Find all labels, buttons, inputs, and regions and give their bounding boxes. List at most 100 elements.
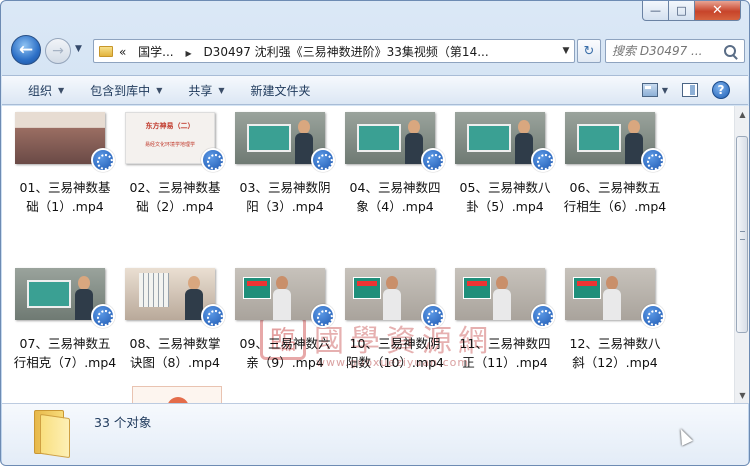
file-name-line: 11、三易神数四 — [459, 336, 551, 351]
file-name-line: 行相克（7）.mp4 — [13, 355, 117, 370]
video-file-icon — [641, 148, 665, 172]
video-file-icon — [91, 304, 115, 328]
file-name: 12、三易神数八 斜（12）.mp4 — [560, 334, 670, 372]
file-item[interactable]: 05、三易神数八 卦（5）.mp4 — [450, 112, 560, 216]
breadcrumb-separator-icon[interactable]: ▶ — [185, 49, 191, 58]
vertical-scrollbar[interactable]: ▲ ▼ — [734, 106, 749, 403]
partial-file-thumbnail[interactable] — [132, 386, 222, 403]
video-file-icon — [641, 304, 665, 328]
file-name: 06、三易神数五 行相生（6）.mp4 — [560, 178, 670, 216]
video-file-icon — [421, 148, 445, 172]
file-name: 10、三易神数阴 阳数（10）.mp4 — [340, 334, 450, 372]
details-pane: 33 个对象 — [2, 403, 748, 465]
scroll-up-icon[interactable]: ▲ — [735, 106, 749, 122]
breadcrumb-item-current[interactable]: D30497 沈利强《三易神数进阶》33集视频（第14... — [203, 45, 488, 59]
video-file-icon — [531, 304, 555, 328]
organize-menu[interactable]: 组织 ▼ — [28, 82, 64, 99]
file-item[interactable]: 11、三易神数四 正（11）.mp4 — [450, 268, 560, 372]
new-folder-button[interactable]: 新建文件夹 — [251, 82, 311, 99]
include-in-library-menu[interactable]: 包含到库中 ▼ — [90, 82, 162, 99]
file-name-line: 阳数（10）.mp4 — [346, 355, 444, 370]
file-name-line: 05、三易神数八 — [459, 180, 551, 195]
back-arrow-icon[interactable]: ← — [11, 35, 41, 65]
file-item[interactable]: 09、三易神数六 亲（9）.mp4 — [230, 268, 340, 372]
search-box[interactable] — [605, 39, 745, 63]
address-dropdown-icon[interactable]: ▼ — [558, 46, 574, 56]
file-name-line: 象（4）.mp4 — [356, 199, 434, 214]
file-name-line: 础（2）.mp4 — [136, 199, 214, 214]
change-view-icon[interactable] — [641, 83, 658, 97]
address-bar[interactable]: « 国学... ▶ D30497 沈利强《三易神数进阶》33集视频（第14...… — [93, 39, 575, 63]
file-name-line: 阳（3）.mp4 — [246, 199, 324, 214]
breadcrumb[interactable]: « 国学... ▶ D30497 沈利强《三易神数进阶》33集视频（第14... — [119, 43, 558, 60]
search-input[interactable] — [606, 44, 724, 58]
file-list: 臨 國學資源網 www.guoxueziyuan.com 01、三易神数基 础（1… — [2, 106, 734, 403]
video-file-icon — [311, 304, 335, 328]
toolbar-right-group: ▼ ? — [641, 81, 730, 99]
share-menu[interactable]: 共享 ▼ — [188, 82, 224, 99]
file-item[interactable]: 06、三易神数五 行相生（6）.mp4 — [560, 112, 670, 216]
file-item[interactable]: 04、三易神数四 象（4）.mp4 — [340, 112, 450, 216]
file-name: 11、三易神数四 正（11）.mp4 — [450, 334, 560, 372]
navigation-bar: ← → ▼ « 国学... ▶ D30497 沈利强《三易神数进阶》33集视频（… — [9, 35, 745, 65]
maximize-button[interactable]: □ — [669, 1, 695, 21]
video-file-icon — [91, 148, 115, 172]
organize-label: 组织 — [28, 83, 53, 98]
caption-buttons: — □ ✕ — [642, 1, 741, 21]
refresh-icon[interactable]: ↻ — [577, 39, 601, 63]
file-item[interactable]: 01、三易神数基 础（1）.mp4 — [10, 112, 120, 216]
file-name-line: 正（11）.mp4 — [462, 355, 548, 370]
file-name-line: 03、三易神数阴 — [239, 180, 331, 195]
view-options-dropdown-icon[interactable]: ▼ — [662, 86, 668, 95]
file-name-line: 12、三易神数八 — [569, 336, 661, 351]
file-name: 09、三易神数六 亲（9）.mp4 — [230, 334, 340, 372]
file-name-line: 斜（12）.mp4 — [572, 355, 658, 370]
thumbnail-title: 东方神易（二） — [145, 122, 195, 130]
file-item[interactable]: 08、三易神数掌 诀图（8）.mp4 — [120, 268, 230, 372]
file-name-line: 10、三易神数阴 — [349, 336, 441, 351]
video-file-icon — [201, 148, 225, 172]
file-item[interactable]: 12、三易神数八 斜（12）.mp4 — [560, 268, 670, 372]
breadcrumb-item[interactable]: 国学... — [138, 45, 173, 59]
file-name: 07、三易神数五 行相克（7）.mp4 — [10, 334, 120, 372]
file-name-line: 06、三易神数五 — [569, 180, 661, 195]
file-name: 02、三易神数基 础（2）.mp4 — [120, 178, 230, 216]
folder-icon — [30, 410, 72, 459]
file-name: 01、三易神数基 础（1）.mp4 — [10, 178, 120, 216]
mouse-cursor-icon — [675, 426, 693, 446]
preview-pane-icon[interactable] — [682, 83, 698, 97]
file-name-line: 02、三易神数基 — [129, 180, 221, 195]
video-file-icon — [421, 304, 445, 328]
share-label: 共享 — [188, 83, 213, 98]
file-item[interactable]: 东方神易（二） 易经文化环境学地理学 02、三易神数基 础（2）.mp4 — [120, 112, 230, 216]
breadcrumb-overflow[interactable]: « — [119, 45, 126, 59]
help-icon[interactable]: ? — [712, 81, 730, 99]
file-name-line: 行相生（6）.mp4 — [563, 199, 667, 214]
new-folder-label: 新建文件夹 — [250, 83, 311, 98]
scrollbar-thumb[interactable] — [736, 136, 748, 333]
include-in-library-label: 包含到库中 — [90, 83, 151, 98]
search-icon[interactable] — [724, 45, 736, 57]
close-button[interactable]: ✕ — [695, 1, 741, 21]
file-name-line: 04、三易神数四 — [349, 180, 441, 195]
file-name: 08、三易神数掌 诀图（8）.mp4 — [120, 334, 230, 372]
file-name: 04、三易神数四 象（4）.mp4 — [340, 178, 450, 216]
recent-pages-dropdown-icon[interactable]: ▼ — [75, 44, 82, 54]
file-item[interactable]: 03、三易神数阴 阳（3）.mp4 — [230, 112, 340, 216]
file-item[interactable]: 10、三易神数阴 阳数（10）.mp4 — [340, 268, 450, 372]
chevron-down-icon: ▼ — [156, 85, 163, 95]
file-name-line: 卦（5）.mp4 — [466, 199, 544, 214]
minimize-button[interactable]: — — [642, 1, 669, 21]
file-name-line: 07、三易神数五 — [19, 336, 111, 351]
chevron-down-icon: ▼ — [58, 85, 65, 95]
folder-icon — [99, 45, 113, 57]
item-count: 33 个对象 — [94, 415, 152, 430]
file-name-line: 诀图（8）.mp4 — [130, 355, 220, 370]
file-name-line: 亲（9）.mp4 — [246, 355, 324, 370]
forward-arrow-icon[interactable]: → — [45, 38, 71, 64]
chevron-down-icon: ▼ — [218, 85, 225, 95]
file-name: 03、三易神数阴 阳（3）.mp4 — [230, 178, 340, 216]
thumbnail-subtitle: 易经文化环境学地理学 — [144, 142, 195, 148]
file-item[interactable]: 07、三易神数五 行相克（7）.mp4 — [10, 268, 120, 372]
scroll-down-icon[interactable]: ▼ — [735, 387, 749, 403]
